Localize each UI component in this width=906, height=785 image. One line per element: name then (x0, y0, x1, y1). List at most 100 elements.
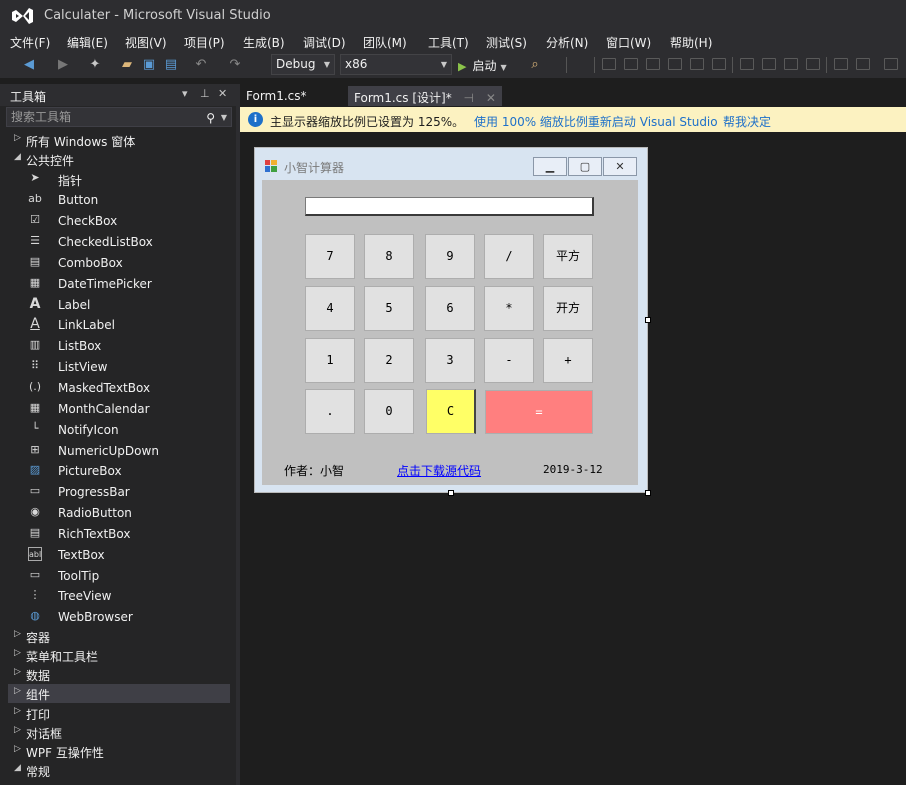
toolbox-search-input[interactable]: 搜索工具箱 ⚲ ▼ (6, 107, 232, 127)
open-folder-icon[interactable]: ▰ (118, 56, 136, 74)
forward-icon[interactable]: ▶ (54, 56, 72, 74)
toolbox-item-monthcalendar[interactable]: ▦ MonthCalendar (8, 400, 230, 419)
key-8[interactable]: 8 (364, 234, 414, 279)
toolbox-item-tooltip[interactable]: ▭ ToolTip (8, 567, 230, 586)
menu-debug[interactable]: 调试(D) (303, 34, 346, 51)
toolbox-item-radiobutton[interactable]: ◉ RadioButton (8, 504, 230, 523)
toolbox-item-numericupdown[interactable]: ⊞ NumericUpDown (8, 442, 230, 461)
key-3[interactable]: 3 (425, 338, 475, 383)
toolbox-section-general[interactable]: ◢ 常规 (8, 761, 230, 780)
align-lefts-icon[interactable] (602, 58, 616, 70)
toolbox-section-containers[interactable]: ▷ 容器 (8, 627, 230, 646)
resize-handle-bottom[interactable] (448, 490, 454, 496)
save-icon[interactable]: ▣ (140, 56, 158, 74)
start-button[interactable]: ▶ 启动 ▼ (458, 57, 507, 74)
find-icon[interactable]: ⌕ (526, 56, 544, 74)
redo-icon[interactable]: ↷ (226, 56, 244, 74)
vertical-spacing-icon[interactable] (856, 58, 870, 70)
menu-file[interactable]: 文件(F) (10, 34, 50, 51)
toolbox-item-treeview[interactable]: ⋮ TreeView (8, 587, 230, 606)
toolbox-item-checkbox[interactable]: ☑ CheckBox (8, 212, 230, 231)
key-6[interactable]: 6 (425, 286, 475, 331)
align-rights-icon[interactable] (646, 58, 660, 70)
minimize-button[interactable]: ▁ (533, 157, 567, 176)
key-equals[interactable]: = (485, 390, 593, 434)
align-centers-icon[interactable] (624, 58, 638, 70)
tab-form1-cs[interactable]: Form1.cs* (240, 86, 313, 106)
help-me-decide-link[interactable]: 帮我决定 (723, 113, 771, 130)
menu-analyze[interactable]: 分析(N) (546, 34, 588, 51)
platform-select[interactable]: x86 ▼ (340, 54, 452, 75)
toolbox-item-button[interactable]: ab Button (8, 191, 230, 210)
horizontal-spacing-icon[interactable] (834, 58, 848, 70)
new-project-icon[interactable]: ✦ (86, 56, 104, 74)
key-9[interactable]: 9 (425, 234, 475, 279)
toolbox-section-data[interactable]: ▷ 数据 (8, 665, 230, 684)
key-clear[interactable]: C (426, 389, 476, 434)
key-multiply[interactable]: * (484, 286, 534, 331)
menu-tools[interactable]: 工具(T) (428, 34, 469, 51)
align-tops-icon[interactable] (668, 58, 682, 70)
back-icon[interactable]: ◀ (20, 56, 38, 74)
key-square-root[interactable]: 开方 (543, 286, 593, 331)
tab-order-icon[interactable] (884, 58, 898, 70)
menu-edit[interactable]: 编辑(E) (67, 34, 108, 51)
search-icon[interactable]: ⚲ (206, 109, 215, 127)
config-select[interactable]: Debug ▼ (271, 54, 335, 75)
calculator-display[interactable] (305, 197, 594, 216)
close-tab-icon[interactable]: ✕ (486, 91, 496, 105)
key-decimal[interactable]: . (305, 389, 355, 434)
toolbox-item-label[interactable]: A Label (8, 296, 230, 315)
download-source-link[interactable]: 点击下载源代码 (397, 462, 481, 479)
save-all-icon[interactable]: ▤ (162, 56, 180, 74)
restart-100-link[interactable]: 使用 100% 缩放比例重新启动 Visual Studio (474, 113, 718, 130)
key-square[interactable]: 平方 (543, 234, 593, 279)
key-minus[interactable]: - (484, 338, 534, 383)
size-to-grid-icon[interactable] (806, 58, 820, 70)
toolbox-item-maskedtextbox[interactable]: (.) MaskedTextBox (8, 379, 230, 398)
make-same-width-icon[interactable] (740, 58, 754, 70)
menu-test[interactable]: 测试(S) (486, 34, 527, 51)
resize-handle-bottom-right[interactable] (645, 490, 651, 496)
align-bottoms-icon[interactable] (712, 58, 726, 70)
toolbox-item-notifyicon[interactable]: └ NotifyIcon (8, 421, 230, 440)
menu-view[interactable]: 视图(V) (125, 34, 167, 51)
key-plus[interactable]: + (543, 338, 593, 383)
toolbox-item-combobox[interactable]: ▤ ComboBox (8, 254, 230, 273)
toolbox-section-all-forms[interactable]: ▷ 所有 Windows 窗体 (8, 131, 230, 150)
key-4[interactable]: 4 (305, 286, 355, 331)
toolbox-section-dialogs[interactable]: ▷ 对话框 (8, 723, 230, 742)
pin-icon[interactable]: ⊣ (464, 91, 474, 105)
key-0[interactable]: 0 (364, 389, 414, 434)
toolbox-item-datetimepicker[interactable]: ▦ DateTimePicker (8, 275, 230, 294)
align-middles-icon[interactable] (690, 58, 704, 70)
toolbox-item-checkedlistbox[interactable]: ☰ CheckedListBox (8, 233, 230, 252)
make-same-height-icon[interactable] (762, 58, 776, 70)
tab-form1-designer[interactable]: Form1.cs [设计]* ⊣ ✕ (348, 86, 502, 106)
key-1[interactable]: 1 (305, 338, 355, 383)
menu-build[interactable]: 生成(B) (243, 34, 285, 51)
dropdown-icon[interactable]: ▾ (182, 87, 188, 100)
key-divide[interactable]: / (484, 234, 534, 279)
resize-handle-right[interactable] (645, 317, 651, 323)
chevron-down-icon[interactable]: ▼ (221, 109, 227, 127)
toolbox-item-picturebox[interactable]: ▨ PictureBox (8, 462, 230, 481)
menu-team[interactable]: 团队(M) (363, 34, 407, 51)
key-5[interactable]: 5 (364, 286, 414, 331)
toolbox-item-linklabel[interactable]: A LinkLabel (8, 316, 230, 335)
key-7[interactable]: 7 (305, 234, 355, 279)
toolbox-section-printing[interactable]: ▷ 打印 (8, 704, 230, 723)
pin-icon[interactable]: ⊥ (200, 87, 210, 100)
close-icon[interactable]: ✕ (218, 87, 227, 100)
toolbox-section-menus-toolbars[interactable]: ▷ 菜单和工具栏 (8, 646, 230, 665)
toolbox-section-components[interactable]: ▷ 组件 (8, 684, 230, 703)
menu-window[interactable]: 窗口(W) (606, 34, 651, 51)
toolbox-item-textbox[interactable]: abl TextBox (8, 546, 230, 565)
toolbox-section-common-controls[interactable]: ◢ 公共控件 (8, 150, 230, 169)
close-button[interactable]: ✕ (603, 157, 637, 176)
toolbox-item-progressbar[interactable]: ▭ ProgressBar (8, 483, 230, 502)
toolbox-item-pointer[interactable]: ➤ 指针 (8, 170, 230, 189)
toolbox-item-richtextbox[interactable]: ▤ RichTextBox (8, 525, 230, 544)
menu-project[interactable]: 项目(P) (184, 34, 225, 51)
toolbox-item-listview[interactable]: ⠿ ListView (8, 358, 230, 377)
